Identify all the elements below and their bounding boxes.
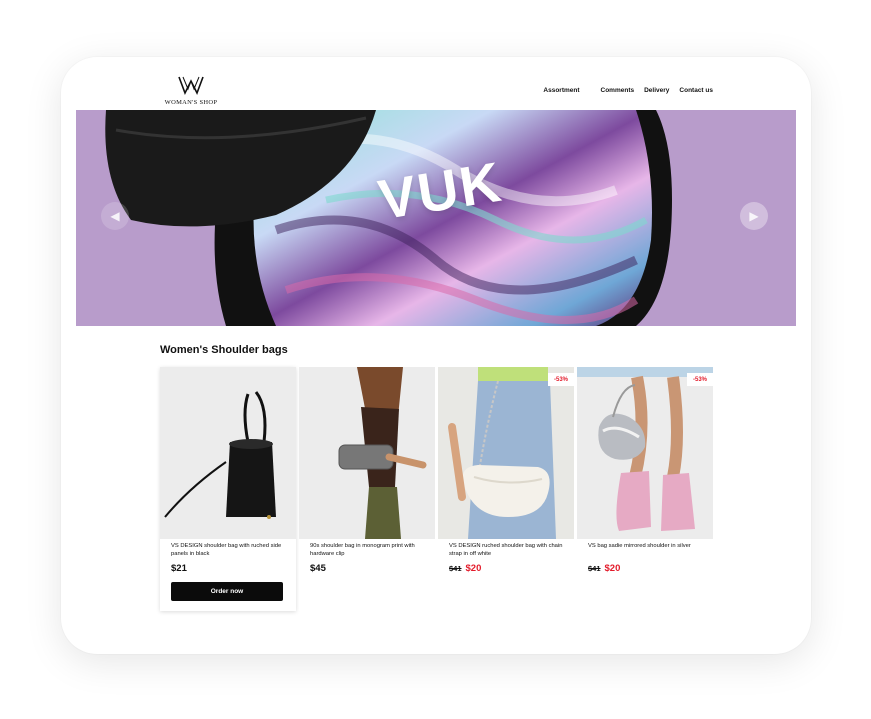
- logo-mark-icon: [178, 76, 204, 95]
- carousel-next-button[interactable]: ▶: [740, 202, 768, 230]
- hero-banner: VUK ◀ ▶: [76, 110, 796, 326]
- product-image[interactable]: [160, 367, 296, 539]
- nav-contact-us[interactable]: Contact us: [679, 87, 713, 94]
- price-old: $41: [588, 564, 601, 573]
- chevron-left-icon: ◀: [110, 209, 120, 223]
- product-image[interactable]: [299, 367, 435, 539]
- chevron-right-icon: ▶: [749, 209, 759, 223]
- discount-badge: -53%: [548, 373, 574, 386]
- product-name[interactable]: VS DESIGN ruched shoulder bag with chain…: [449, 543, 565, 558]
- product-price: $45: [310, 563, 326, 574]
- discount-badge: -53%: [687, 373, 713, 386]
- nav-comments[interactable]: Comments: [601, 87, 635, 94]
- logo-text: WOMAN'S SHOP: [164, 99, 218, 106]
- price-current: $45: [310, 563, 326, 574]
- product-image[interactable]: [438, 367, 574, 539]
- product-name[interactable]: VS DESIGN shoulder bag with ruched side …: [171, 543, 287, 558]
- nav-delivery[interactable]: Delivery: [644, 87, 669, 94]
- page: WOMAN'S SHOP Assortment Comments Deliver…: [76, 72, 796, 639]
- logo[interactable]: WOMAN'S SHOP: [161, 75, 221, 109]
- top-nav: Assortment Comments Delivery Contact us: [543, 87, 713, 94]
- price-new: $20: [604, 563, 621, 574]
- nav-assortment[interactable]: Assortment: [543, 87, 579, 94]
- price-old: $41: [449, 564, 462, 573]
- product-price: $41 $20: [588, 563, 620, 574]
- price-new: $20: [465, 563, 482, 574]
- product-card[interactable]: -53% VS bag sadie mirrored shoulder in s…: [577, 367, 713, 611]
- product-card[interactable]: VS DESIGN shoulder bag with ruched side …: [160, 367, 296, 611]
- product-card[interactable]: -53% VS DESIGN ruched shoulder bag with …: [438, 367, 574, 611]
- carousel-prev-button[interactable]: ◀: [101, 202, 129, 230]
- product-image[interactable]: [577, 367, 713, 539]
- tablet-frame: WOMAN'S SHOP Assortment Comments Deliver…: [61, 57, 811, 654]
- product-price: $41 $20: [449, 563, 481, 574]
- product-name[interactable]: 90s shoulder bag in monogram print with …: [310, 543, 426, 558]
- product-grid: VS DESIGN shoulder bag with ruched side …: [160, 367, 713, 615]
- product-name[interactable]: VS bag sadie mirrored shoulder in silver: [588, 543, 704, 551]
- section-title: Women's Shoulder bags: [160, 344, 288, 356]
- product-card[interactable]: 90s shoulder bag in monogram print with …: [299, 367, 435, 611]
- product-price: $21: [171, 563, 187, 574]
- price-current: $21: [171, 563, 187, 574]
- order-now-button[interactable]: Order now: [171, 582, 283, 601]
